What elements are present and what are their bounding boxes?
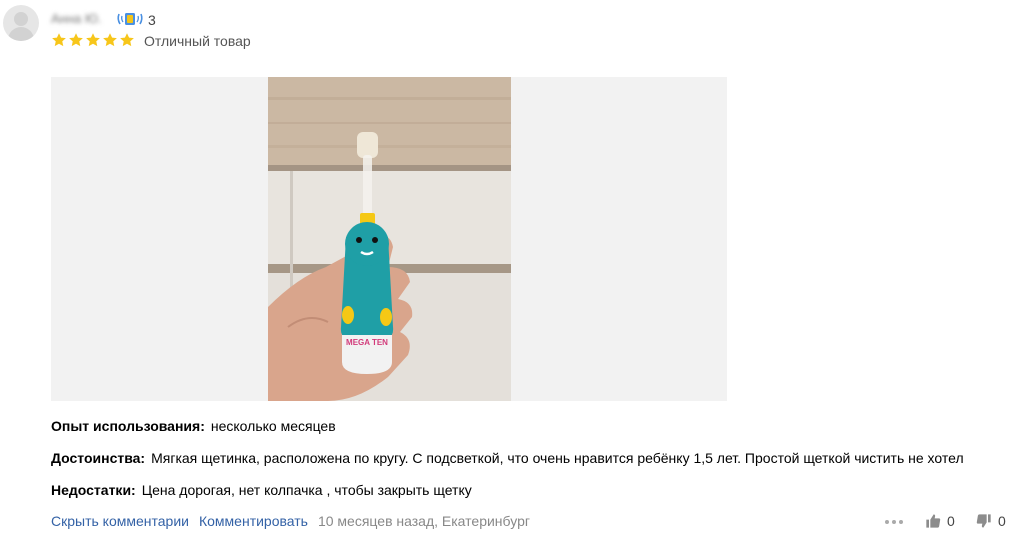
avatar-head [14, 12, 28, 26]
rating-label: Отличный товар [144, 33, 251, 49]
photo-brand-label: MEGA TEN [346, 338, 388, 347]
dislike-button[interactable]: 0 [976, 513, 1006, 529]
cons-value: Цена дорогая, нет колпачка , чтобы закры… [141, 482, 472, 498]
star-icon [52, 33, 66, 47]
like-button[interactable]: 0 [925, 513, 955, 529]
pros-label: Достоинства: [51, 450, 146, 466]
reviewer-badge-icon [117, 13, 143, 25]
author-name[interactable]: Анна Ю. [51, 11, 102, 26]
star-icon [103, 33, 117, 47]
experience-value: несколько месяцев [210, 418, 336, 434]
avatar[interactable] [3, 5, 39, 41]
toothbrush-photo-drawing: MEGA TEN [268, 77, 511, 401]
cons-label: Недостатки: [51, 482, 136, 498]
review-photo[interactable]: MEGA TEN [268, 77, 511, 401]
experience-label: Опыт использования: [51, 418, 205, 434]
star-icon [86, 33, 100, 47]
likes-count: 0 [947, 513, 955, 529]
thumbs-up-icon [926, 514, 941, 528]
pros-line: Достоинства: Мягкая щетинка, расположена … [51, 450, 964, 466]
pros-value: Мягкая щетинка, расположена по кругу. С … [151, 450, 964, 466]
avatar-shoulders [8, 27, 34, 41]
rating-stars [51, 32, 135, 48]
cons-line: Недостатки: Цена дорогая, нет колпачка , … [51, 482, 472, 498]
star-icon [69, 33, 83, 47]
dislikes-count: 0 [998, 513, 1006, 529]
hide-comments-link[interactable]: Скрыть комментарии [51, 513, 189, 529]
thumbs-down-icon [976, 514, 991, 528]
comment-link[interactable]: Комментировать [199, 513, 308, 529]
review-footer: Скрыть комментарии Комментировать 10 мес… [51, 513, 530, 529]
star-icon [120, 33, 134, 47]
more-dots-icon[interactable] [885, 520, 903, 524]
experience-line: Опыт использования: несколько месяцев [51, 418, 336, 434]
review-count: 3 [148, 12, 156, 28]
review-meta: 10 месяцев назад, Екатеринбург [317, 513, 530, 529]
